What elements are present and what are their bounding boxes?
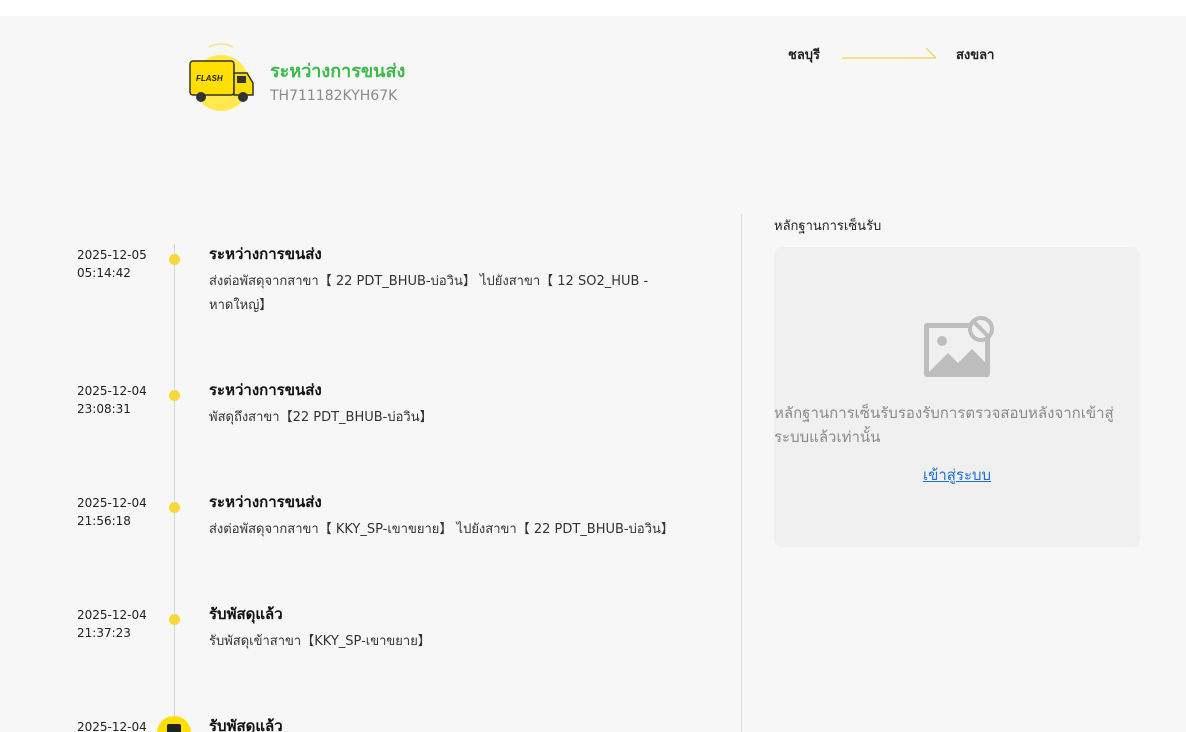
event-title: รับพัสดุแล้ว	[209, 717, 283, 732]
event-date: 2025-12-05	[77, 248, 147, 262]
event-date: 2025-12-04	[77, 720, 147, 732]
event-title: ระหว่างการขนส่ง	[209, 245, 322, 263]
event-date: 2025-12-04	[77, 496, 147, 510]
timeline-dot	[169, 502, 180, 513]
tracking-timeline: 2025-12-05 05:14:42 ระหว่างการขนส่ง ส่งต…	[0, 16, 740, 732]
route-origin: ชลบุรี	[788, 48, 821, 63]
event-datetime: 2025-12-04	[77, 718, 167, 732]
timeline-dot	[169, 254, 180, 265]
event-date: 2025-12-04	[77, 384, 147, 398]
route-arrow-icon	[842, 47, 937, 59]
event-time: 05:14:42	[77, 266, 131, 280]
timeline-dot	[169, 614, 180, 625]
event-time: 23:08:31	[77, 402, 131, 416]
proof-panel: หลักฐานการเซ็นรับรองรับการตรวจสอบหลังจาก…	[774, 247, 1140, 547]
event-date: 2025-12-04	[77, 608, 147, 622]
route-destination: สงขลา	[956, 48, 995, 63]
event-description: รับพัสดุเข้าสาขา【KKY_SP-เขาขยาย】	[209, 634, 431, 649]
event-description: พัสดุถึงสาขา【22 PDT_BHUB-บ่อวิน】	[209, 410, 433, 425]
event-datetime: 2025-12-04 21:37:23	[77, 606, 167, 642]
event-time: 21:56:18	[77, 514, 131, 528]
proof-heading: หลักฐานการเซ็นรับ	[774, 219, 882, 234]
event-datetime: 2025-12-04 21:56:18	[77, 494, 167, 530]
timeline-line	[174, 244, 175, 732]
event-time: 21:37:23	[77, 626, 131, 640]
event-title: ระหว่างการขนส่ง	[209, 381, 322, 399]
proof-login-message: หลักฐานการเซ็นรับรองรับการตรวจสอบหลังจาก…	[774, 404, 1114, 446]
event-description: ส่งต่อพัสดุจากสาขา【 KKY_SP-เขาขยาย】 ไปยั…	[209, 522, 674, 537]
event-title: รับพัสดุแล้ว	[209, 605, 283, 623]
event-title: ระหว่างการขนส่ง	[209, 493, 322, 511]
image-unavailable-icon	[924, 316, 994, 377]
login-link[interactable]: เข้าสู่ระบบ	[774, 463, 1140, 487]
event-datetime: 2025-12-04 23:08:31	[77, 382, 167, 418]
tracking-page: FLASH ระหว่างการขนส่ง TH711182KYH67K ชลบ…	[0, 16, 1186, 732]
event-description: ส่งต่อพัสดุจากสาขา【 22 PDT_BHUB-บ่อวิน】 …	[209, 274, 649, 313]
column-divider	[741, 214, 742, 732]
event-datetime: 2025-12-05 05:14:42	[77, 246, 167, 282]
timeline-dot	[169, 390, 180, 401]
